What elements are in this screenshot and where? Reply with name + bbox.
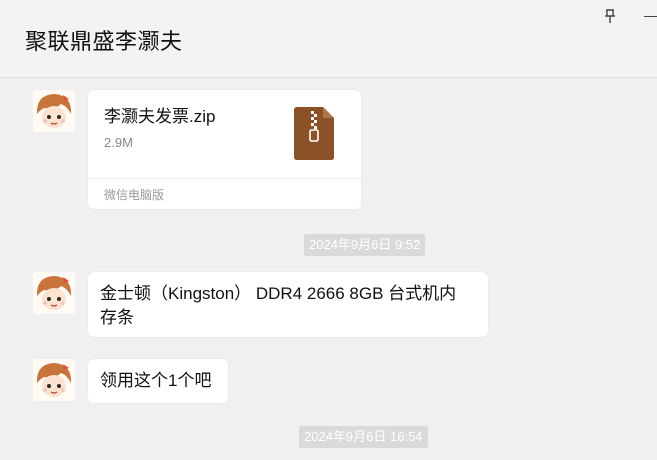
- avatar-image: [33, 272, 75, 314]
- file-source-label: 微信电脑版: [104, 188, 165, 202]
- text-message-bubble[interactable]: 金士顿（Kingston） DDR4 2666 8GB 台式机内 存条: [88, 272, 488, 337]
- avatar-image: [33, 359, 75, 401]
- chat-header: 聚联鼎盛李灏夫: [0, 0, 657, 78]
- message-line: 存条: [100, 308, 134, 327]
- avatar[interactable]: [33, 359, 75, 401]
- message-text: 领用这个1个吧: [100, 371, 212, 390]
- avatar[interactable]: [33, 90, 75, 132]
- text-message-bubble[interactable]: 领用这个1个吧: [88, 359, 228, 403]
- zip-file-icon: [294, 107, 334, 160]
- message-line: 金士顿（Kingston） DDR4 2666 8GB 台式机内: [100, 284, 457, 303]
- timestamp: 2024年9月6日 9:52: [304, 234, 426, 256]
- file-message-bubble[interactable]: 李灏夫发票.zip 2.9M 微信电脑版: [88, 90, 361, 209]
- message-text: 金士顿（Kingston） DDR4 2666 8GB 台式机内 存条: [100, 282, 456, 330]
- file-size: 2.9M: [104, 135, 133, 150]
- avatar[interactable]: [33, 272, 75, 314]
- avatar-image: [33, 90, 75, 132]
- timestamp: 2024年9月6日 16:54: [299, 426, 428, 448]
- file-source-bar: 微信电脑版: [88, 178, 361, 209]
- pin-icon[interactable]: [602, 8, 618, 24]
- minimize-icon[interactable]: [644, 16, 657, 17]
- file-name: 李灏夫发票.zip: [104, 107, 216, 126]
- chat-title: 聚联鼎盛李灏夫: [25, 29, 183, 54]
